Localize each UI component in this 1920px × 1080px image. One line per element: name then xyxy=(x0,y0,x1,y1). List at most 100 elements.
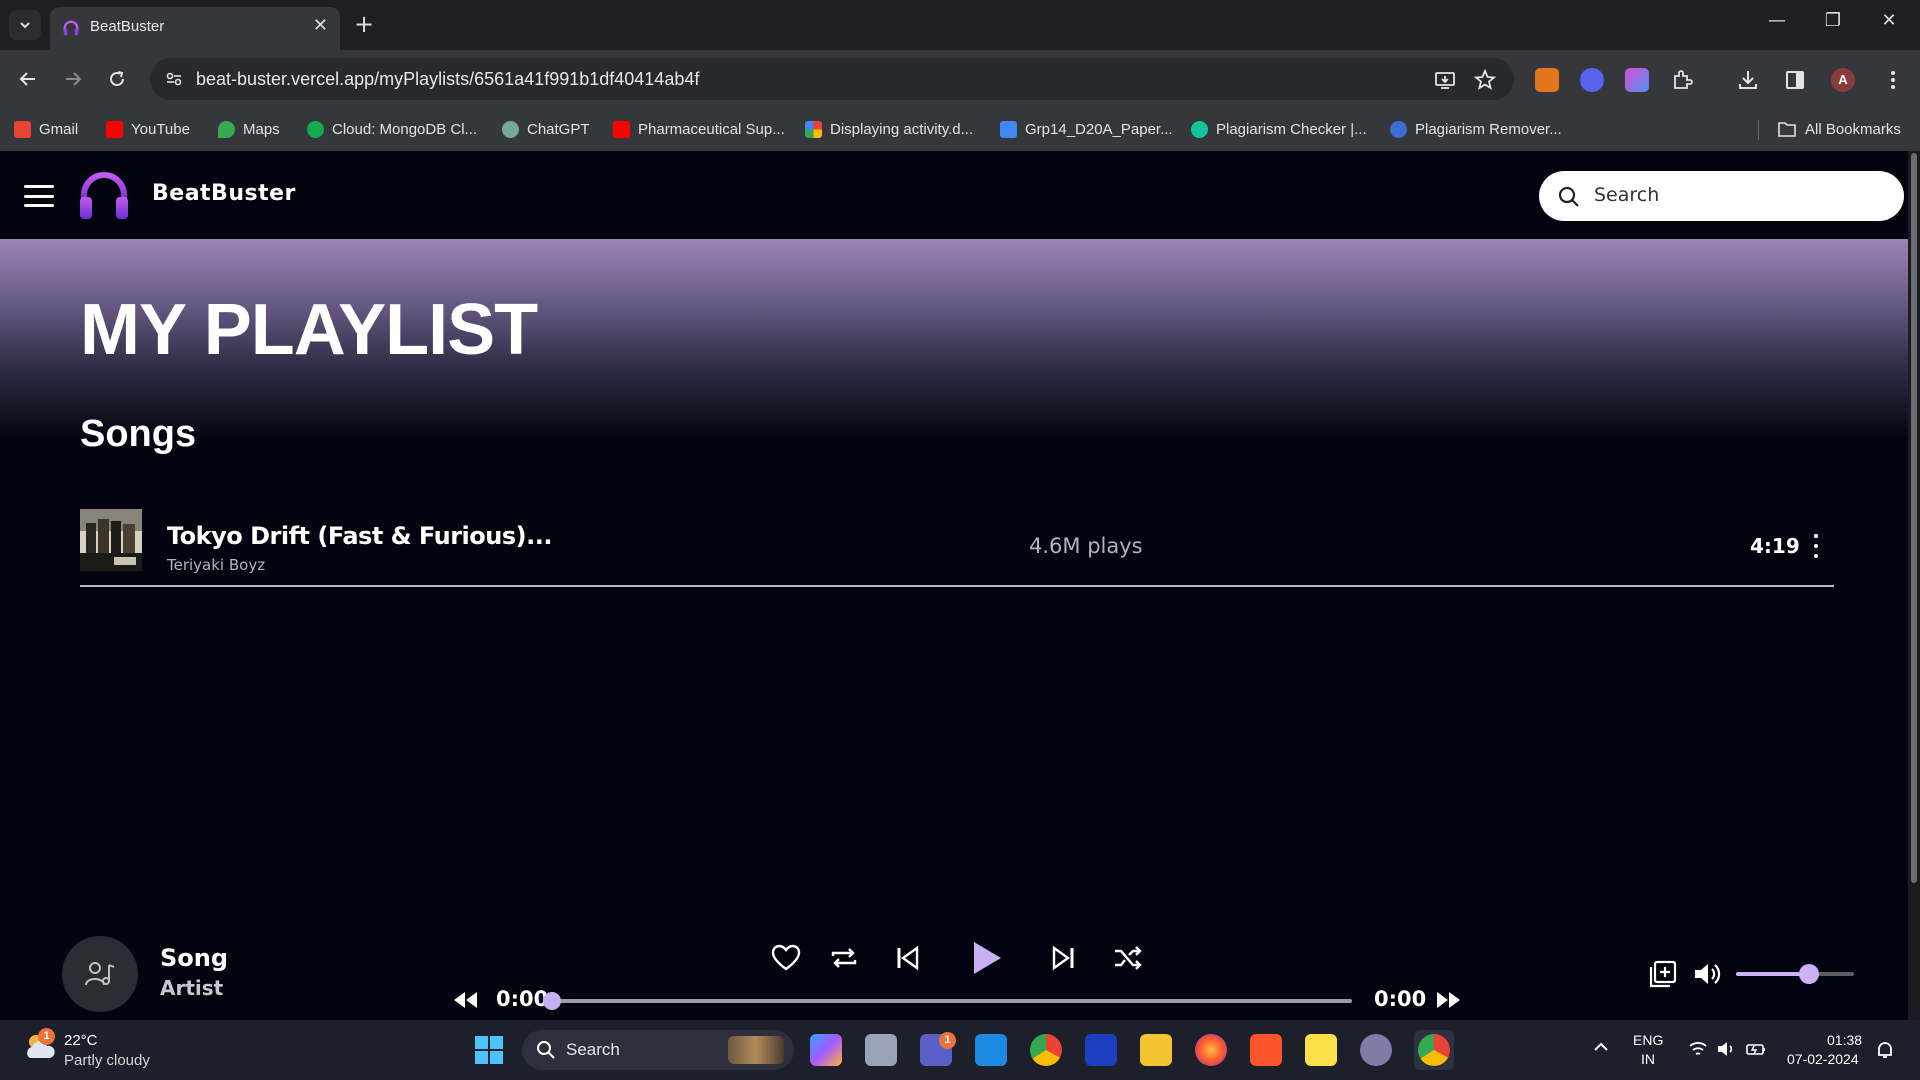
side-panel-icon[interactable] xyxy=(1783,68,1807,92)
more-vert-icon[interactable] xyxy=(1881,68,1905,92)
bookmark-gmail[interactable]: Gmail xyxy=(14,118,78,140)
search-highlight-image xyxy=(728,1036,784,1064)
shuffle-button[interactable] xyxy=(1110,940,1146,976)
browser-tab-active[interactable]: BeatBuster ✕ xyxy=(50,7,340,50)
hamburger-menu-button[interactable] xyxy=(24,185,54,207)
language-indicator[interactable]: ENG xyxy=(1633,1032,1663,1048)
extensions-puzzle-icon[interactable] xyxy=(1670,68,1694,92)
bookmark-mongodb[interactable]: Cloud: MongoDB Cl... xyxy=(307,118,477,140)
sticky-notes-icon[interactable] xyxy=(1305,1034,1337,1066)
region-indicator[interactable]: IN xyxy=(1641,1051,1655,1067)
forward-button[interactable] xyxy=(60,66,86,92)
profile-avatar[interactable]: A xyxy=(1831,68,1855,92)
speaker-icon[interactable] xyxy=(1716,1040,1736,1058)
l-app-icon[interactable] xyxy=(1085,1034,1117,1066)
previous-button[interactable] xyxy=(890,940,926,976)
song-row[interactable]: Tokyo Drift (Fast & Furious)... Teriyaki… xyxy=(80,504,1834,587)
taskbar-search-placeholder: Search xyxy=(566,1040,620,1059)
chevron-up-icon[interactable] xyxy=(1592,1040,1610,1054)
app-spiral-icon[interactable] xyxy=(1360,1034,1392,1066)
like-button[interactable] xyxy=(768,940,804,976)
song-title[interactable]: Tokyo Drift (Fast & Furious)... xyxy=(167,522,552,550)
progress-bar[interactable] xyxy=(552,999,1352,1003)
metamask-extension-icon[interactable] xyxy=(1535,68,1559,92)
install-app-icon[interactable] xyxy=(1434,69,1456,91)
bookmark-pharmaceutical[interactable]: Pharmaceutical Sup... xyxy=(613,118,785,140)
tab-search-button[interactable] xyxy=(9,10,41,40)
progress-knob[interactable] xyxy=(543,992,561,1010)
bookmark-maps[interactable]: Maps xyxy=(218,118,280,140)
skip-next-icon xyxy=(1052,945,1074,971)
back-button[interactable] xyxy=(15,66,41,92)
browser-tab-bar: BeatBuster ✕ + — ❐ ✕ xyxy=(0,0,1920,50)
bookmark-displaying-activity[interactable]: Displaying activity.d... xyxy=(805,118,973,140)
firefox-icon[interactable] xyxy=(1195,1034,1227,1066)
search-icon xyxy=(1558,186,1579,207)
next-button[interactable] xyxy=(1045,940,1081,976)
total-time: 0:00 xyxy=(1374,987,1427,1011)
bookmark-plagiarism-remover[interactable]: Plagiarism Remover... xyxy=(1390,118,1562,140)
site-info-icon[interactable] xyxy=(164,69,184,89)
battery-icon[interactable] xyxy=(1745,1040,1767,1058)
brand-name[interactable]: BeatBuster xyxy=(152,181,296,206)
notification-bell-icon[interactable] xyxy=(1876,1040,1894,1060)
teams-badge: 1 xyxy=(939,1032,956,1049)
clock-time[interactable]: 01:38 xyxy=(1827,1032,1862,1048)
chrome-icon[interactable] xyxy=(1030,1034,1062,1066)
bookmark-chatgpt[interactable]: ChatGPT xyxy=(502,118,590,140)
maps-pin-icon xyxy=(218,120,235,138)
ai-extension-icon[interactable] xyxy=(1625,68,1649,92)
all-bookmarks-button[interactable]: All Bookmarks xyxy=(1777,118,1901,140)
mongodb-leaf-icon xyxy=(307,120,324,138)
address-bar[interactable]: beat-buster.vercel.app/myPlaylists/6561a… xyxy=(150,58,1514,100)
task-view-icon[interactable] xyxy=(865,1034,897,1066)
song-options-icon[interactable] xyxy=(1813,534,1819,558)
page-scrollbar[interactable] xyxy=(1908,151,1920,1020)
start-button[interactable] xyxy=(473,1034,505,1066)
restore-button[interactable]: ❐ xyxy=(1818,10,1848,31)
search-input[interactable]: Search xyxy=(1539,171,1904,221)
rewind-icon[interactable] xyxy=(451,989,479,1011)
file-explorer-icon[interactable] xyxy=(1140,1034,1172,1066)
taskbar-search[interactable]: Search xyxy=(522,1030,794,1070)
song-plays: 4.6M plays xyxy=(1029,534,1143,558)
downloads-icon[interactable] xyxy=(1736,68,1760,92)
remover-icon xyxy=(1390,120,1407,138)
new-tab-button[interactable]: + xyxy=(354,10,374,38)
playlist-add-icon xyxy=(1649,960,1677,988)
repeat-button[interactable] xyxy=(826,940,862,976)
section-title-songs: Songs xyxy=(80,413,197,455)
volume-icon xyxy=(1695,964,1721,984)
app-header: BeatBuster Search xyxy=(0,151,1908,239)
close-window-button[interactable]: ✕ xyxy=(1874,10,1904,31)
play-icon xyxy=(974,942,1001,974)
brave-icon[interactable] xyxy=(1250,1034,1282,1066)
browser-toolbar: beat-buster.vercel.app/myPlaylists/6561a… xyxy=(0,50,1920,108)
song-artist[interactable]: Teriyaki Boyz xyxy=(167,556,265,574)
headphones-logo-icon[interactable] xyxy=(76,167,132,223)
discord-extension-icon[interactable] xyxy=(1580,68,1604,92)
play-button[interactable] xyxy=(965,936,1009,980)
reload-button[interactable] xyxy=(104,66,130,92)
copilot-icon[interactable] xyxy=(810,1034,842,1066)
heart-icon xyxy=(771,944,801,971)
bookmark-grp14-paper[interactable]: Grp14_D20A_Paper... xyxy=(1000,118,1173,140)
minimize-button[interactable]: — xyxy=(1762,10,1792,31)
windows-taskbar: 1 22°C Partly cloudy Search 1 ENG IN 01:… xyxy=(0,1020,1920,1080)
album-cover[interactable] xyxy=(80,509,142,571)
mail-icon[interactable] xyxy=(975,1034,1007,1066)
bookmark-star-icon[interactable] xyxy=(1474,69,1496,91)
add-to-playlist-button[interactable] xyxy=(1645,956,1681,992)
fast-forward-icon[interactable] xyxy=(1435,989,1463,1011)
chrome-profile-icon[interactable] xyxy=(1414,1030,1454,1070)
bookmark-youtube[interactable]: YouTube xyxy=(106,118,190,140)
scrollbar-thumb[interactable] xyxy=(1911,153,1917,883)
bookmark-plagiarism-checker[interactable]: Plagiarism Checker |... xyxy=(1191,118,1367,140)
tab-close-icon[interactable]: ✕ xyxy=(313,15,328,36)
reload-icon xyxy=(110,71,124,86)
clock-date[interactable]: 07-02-2024 xyxy=(1787,1051,1859,1067)
volume-button[interactable] xyxy=(1689,956,1725,992)
volume-knob[interactable] xyxy=(1799,964,1819,984)
wifi-icon[interactable] xyxy=(1688,1040,1708,1058)
url-text: beat-buster.vercel.app/myPlaylists/6561a… xyxy=(196,69,700,89)
